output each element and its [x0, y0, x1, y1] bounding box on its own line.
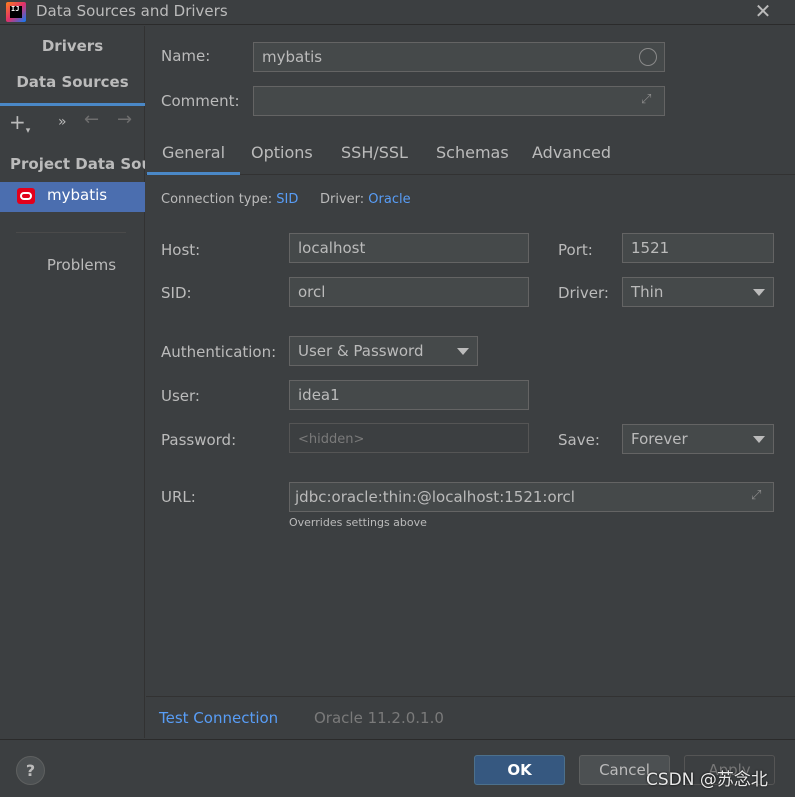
authentication-select[interactable]: User & Password	[289, 336, 478, 366]
sidebar-item-label: mybatis	[47, 186, 108, 204]
user-value: idea1	[298, 386, 340, 404]
expand-icon[interactable]: ⤢	[641, 93, 655, 107]
url-input[interactable]: jdbc:oracle:thin:@localhost:1521:orcl	[289, 482, 774, 512]
driver-select[interactable]: Thin	[622, 277, 774, 307]
port-label: Port:	[558, 241, 593, 259]
driver-version: Oracle 11.2.0.1.0	[314, 709, 444, 727]
intellij-app-icon: IJ	[6, 2, 26, 22]
url-hint: Overrides settings above	[289, 516, 427, 529]
tab-schemas[interactable]: Schemas	[436, 143, 509, 162]
driver-info: Driver: Oracle	[320, 192, 411, 207]
sidebar-problems-link[interactable]: Problems	[0, 256, 163, 274]
csdn-watermark: CSDN @苏念北	[646, 770, 768, 790]
save-label: Save:	[558, 431, 600, 449]
sidebar-item-mybatis[interactable]: mybatis	[0, 182, 145, 212]
help-button[interactable]: ?	[16, 756, 45, 785]
chevron-down-icon	[753, 436, 765, 443]
connection-type-link[interactable]: SID	[276, 192, 298, 207]
driver-info-label: Driver:	[320, 192, 365, 207]
bottom-strip: Test Connection Oracle 11.2.0.1.0	[146, 696, 795, 739]
sidebar-data-sources-link[interactable]: Data Sources	[0, 73, 145, 106]
password-input[interactable]: <hidden>	[289, 423, 529, 453]
url-label: URL:	[161, 488, 196, 506]
authentication-select-value: User & Password	[298, 342, 424, 360]
main-panel: Name: mybatis Comment: ⤢ General Options…	[146, 26, 795, 738]
project-data-sources-header: Project Data Sources	[10, 155, 145, 173]
window-title: Data Sources and Drivers	[36, 2, 228, 20]
connection-type-info: Connection type: SID	[161, 192, 298, 207]
chevron-down-icon	[457, 348, 469, 355]
password-placeholder: <hidden>	[298, 432, 365, 447]
chevron-down-icon	[753, 289, 765, 296]
tab-ssh-ssl[interactable]: SSH/SSL	[341, 143, 408, 162]
expand-icon[interactable]: ⤢	[751, 489, 765, 503]
url-value: jdbc:oracle:thin:@localhost:1521:orcl	[295, 488, 575, 506]
connection-type-label: Connection type:	[161, 192, 273, 207]
dialog-footer: ? OK Cancel Apply CSDN @苏念北	[0, 739, 795, 797]
host-label: Host:	[161, 241, 201, 259]
oracle-icon	[17, 188, 35, 204]
name-value: mybatis	[262, 48, 323, 66]
name-label: Name:	[161, 47, 211, 65]
sidebar-divider	[16, 232, 126, 233]
add-icon[interactable]: +▾	[9, 112, 30, 137]
host-value: localhost	[298, 239, 366, 257]
save-select-value: Forever	[631, 430, 688, 448]
host-input[interactable]: localhost	[289, 233, 529, 263]
port-value: 1521	[631, 239, 670, 257]
comment-input[interactable]	[253, 86, 665, 116]
password-label: Password:	[161, 431, 237, 449]
test-connection-link[interactable]: Test Connection	[159, 709, 278, 727]
driver-select-value: Thin	[631, 283, 664, 301]
tab-options[interactable]: Options	[251, 143, 313, 162]
user-input[interactable]: idea1	[289, 380, 529, 410]
sid-label: SID:	[161, 284, 192, 302]
save-select[interactable]: Forever	[622, 424, 774, 454]
back-arrow-icon[interactable]: ←	[84, 110, 99, 130]
sidebar: Drivers Data Sources +▾ » ← → Project Da…	[0, 26, 145, 738]
user-label: User:	[161, 387, 200, 405]
driver-label: Driver:	[558, 284, 609, 302]
comment-label: Comment:	[161, 92, 240, 110]
sid-input[interactable]: orcl	[289, 277, 529, 307]
close-icon[interactable]: ✕	[752, 0, 774, 22]
port-input[interactable]: 1521	[622, 233, 774, 263]
forward-arrow-icon[interactable]: →	[117, 110, 132, 130]
color-circle-icon[interactable]	[639, 48, 657, 66]
sid-value: orcl	[298, 283, 326, 301]
sidebar-drivers-link[interactable]: Drivers	[0, 37, 145, 55]
tab-advanced[interactable]: Advanced	[532, 143, 611, 162]
title-bar: IJ Data Sources and Drivers ✕	[0, 0, 795, 25]
more-icon[interactable]: »	[58, 112, 67, 132]
authentication-label: Authentication:	[161, 343, 277, 361]
sidebar-toolbar: +▾ » ← →	[0, 110, 145, 137]
tab-general[interactable]: General	[146, 143, 241, 175]
tab-bar: General Options SSH/SSL Schemas Advanced	[146, 135, 795, 175]
driver-info-link[interactable]: Oracle	[368, 192, 410, 207]
ok-button[interactable]: OK	[474, 755, 565, 785]
name-input[interactable]: mybatis	[253, 42, 665, 72]
